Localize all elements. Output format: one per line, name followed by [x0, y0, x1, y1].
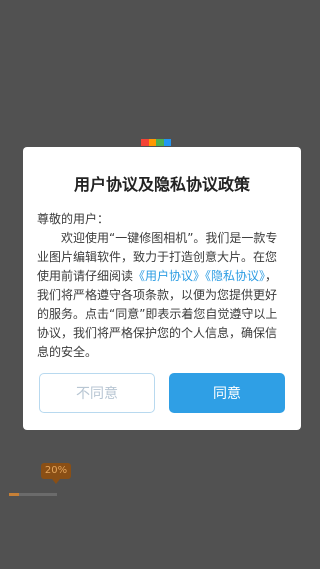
dialog-title: 用户协议及隐私协议政策 — [73, 175, 250, 194]
logo-segment-red — [141, 139, 149, 146]
progress-badge: 20% — [41, 463, 71, 484]
decline-button[interactable]: 不同意 — [39, 373, 155, 413]
progress-track — [9, 493, 57, 496]
user-agreement-link[interactable]: 《用户协议》 — [133, 269, 205, 283]
privacy-agreement-dialog: 用户协议及隐私协议政策 尊敬的用户： 欢迎使用“一键修图相机”。我们是一款专业图… — [23, 147, 301, 430]
app-logo-strip — [141, 139, 171, 146]
logo-segment-blue — [163, 139, 171, 146]
greeting-text: 尊敬的用户： — [37, 212, 110, 226]
dialog-body: 尊敬的用户： 欢迎使用“一键修图相机”。我们是一款专业图片编辑软件，致力于打造创… — [37, 210, 287, 362]
logo-segment-green — [156, 139, 164, 146]
progress-fill — [9, 493, 19, 496]
privacy-policy-link[interactable]: 《隐私协议》 — [205, 269, 265, 283]
loading-progress: 20% — [9, 459, 71, 499]
dialog-actions: 不同意 同意 — [39, 373, 285, 413]
logo-segment-orange — [148, 139, 156, 146]
agreement-text: 欢迎使用“一键修图相机”。我们是一款专业图片编辑软件，致力于打造创意大片。在您使… — [37, 229, 287, 362]
agree-button[interactable]: 同意 — [169, 373, 285, 413]
